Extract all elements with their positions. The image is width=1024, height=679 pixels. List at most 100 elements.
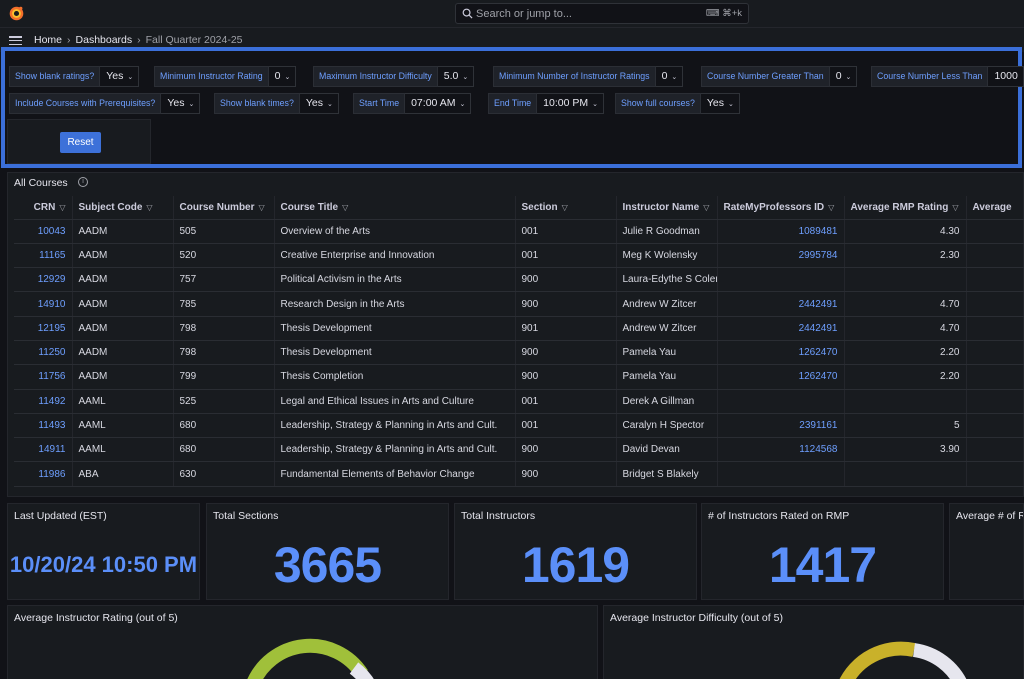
variable-input[interactable]: 1000 <box>988 66 1024 87</box>
table-cell[interactable]: 2442491 <box>717 316 845 341</box>
table-cell: Caralyn H Spector <box>616 413 718 439</box>
column-header[interactable]: RateMyProfessors ID ▽ <box>717 196 845 220</box>
filter-icon[interactable]: ▽ <box>259 203 265 212</box>
table-row: 12195 AADM 798 Thesis Development 901 Andrew … <box>14 316 1024 341</box>
table-cell[interactable]: 2995784 <box>717 243 845 269</box>
breadcrumb-dashboards[interactable]: Dashboards <box>76 34 133 46</box>
filter-icon[interactable]: ▽ <box>342 203 348 212</box>
variable-select[interactable]: 5.0 ⌄ <box>437 66 475 87</box>
table-cell: Thesis Completion <box>274 364 516 390</box>
column-header[interactable]: Section ▽ <box>515 196 617 220</box>
variable-label: Course Number Less Than <box>871 66 989 87</box>
table-cell <box>966 364 1024 390</box>
table-cell: 525 <box>173 389 275 414</box>
variable-show-full-courses[interactable]: Show full courses? Yes ⌄ <box>615 93 740 114</box>
table-cell: AADM <box>72 340 174 366</box>
variable-select[interactable]: 0 ⌄ <box>268 66 297 87</box>
table-cell <box>966 461 1024 487</box>
filter-icon[interactable]: ▽ <box>146 203 152 212</box>
stat-instructors-rated: # of Instructors Rated on RMP 1417 <box>701 503 944 600</box>
variable-select[interactable]: 10:00 PM ⌄ <box>537 93 604 114</box>
variable-select[interactable]: 07:00 AM ⌄ <box>405 93 472 114</box>
variable-min-rating[interactable]: Minimum Instructor Rating 0 ⌄ <box>154 66 297 87</box>
table-cell: Leadership, Strategy & Planning in Arts … <box>274 437 516 463</box>
search-placeholder: Search or jump to... <box>476 8 572 20</box>
table-cell[interactable]: 14911 <box>14 437 73 463</box>
gauge-avg-rating: Average Instructor Rating (out of 5) <box>7 605 598 679</box>
variable-select[interactable]: Yes ⌄ <box>700 93 740 114</box>
table-cell <box>966 340 1024 366</box>
variable-min-num-ratings[interactable]: Minimum Number of Instructor Ratings 0 ⌄ <box>493 66 684 87</box>
table-cell <box>844 461 967 487</box>
table-cell[interactable] <box>717 389 845 414</box>
table-cell[interactable]: 11986 <box>14 461 73 487</box>
column-header[interactable]: Course Title ▽ <box>274 196 516 220</box>
variable-select[interactable]: Yes ⌄ <box>100 66 140 87</box>
panel-title: All Courses <box>14 177 68 189</box>
stat-title: Total Sections <box>213 510 279 522</box>
variable-end-time[interactable]: End Time 10:00 PM ⌄ <box>488 93 604 114</box>
variable-start-time[interactable]: Start Time 07:00 AM ⌄ <box>353 93 472 114</box>
table-cell: 900 <box>515 461 617 487</box>
search-icon <box>462 8 473 19</box>
variable-course-num-gt[interactable]: Course Number Greater Than 0 ⌄ <box>701 66 858 87</box>
filter-icon[interactable]: ▽ <box>59 203 65 212</box>
column-header[interactable]: CRN ▽ <box>14 196 73 220</box>
table-cell[interactable]: 11492 <box>14 389 73 414</box>
variable-select[interactable]: 0 ⌄ <box>829 66 858 87</box>
menu-icon[interactable] <box>9 36 22 46</box>
filter-icon[interactable]: ▽ <box>952 203 958 212</box>
table-cell[interactable]: 1089481 <box>717 219 845 244</box>
variable-include-prereqs[interactable]: Include Courses with Prerequisites? Yes ⌄ <box>9 93 201 114</box>
variable-max-difficulty[interactable]: Maximum Instructor Difficulty 5.0 ⌄ <box>313 66 475 87</box>
variable-select[interactable]: Yes ⌄ <box>299 93 339 114</box>
variable-select[interactable]: Yes ⌄ <box>161 93 201 114</box>
table-cell[interactable] <box>717 461 845 487</box>
table-cell[interactable]: 12195 <box>14 316 73 341</box>
all-courses-panel: All Courses i CRN ▽ Subject Code ▽ Course Nu… <box>7 172 1024 497</box>
table-row: 11986 ABA 630 Fundamental Elements of Behav… <box>14 461 1024 487</box>
filter-icon[interactable]: ▽ <box>703 203 709 212</box>
table-cell: Overview of the Arts <box>274 219 516 244</box>
table-cell[interactable]: 14910 <box>14 291 73 317</box>
filter-icon[interactable]: ▽ <box>828 203 834 212</box>
table-cell: 001 <box>515 413 617 439</box>
variable-select[interactable]: 0 ⌄ <box>655 66 684 87</box>
table-cell: Derek A Gillman <box>616 389 718 414</box>
table-cell[interactable]: 12929 <box>14 267 73 293</box>
top-bar: Search or jump to... ⌨ ⌘+k <box>0 0 1024 28</box>
variable-course-num-lt[interactable]: Course Number Less Than 1000 <box>871 66 1024 87</box>
reset-button[interactable]: Reset <box>60 132 101 153</box>
stat-title: Average # of R <box>956 510 1024 522</box>
filter-icon[interactable]: ▽ <box>562 203 568 212</box>
column-header[interactable]: Course Number ▽ <box>173 196 275 220</box>
table-cell: Julie R Goodman <box>616 219 718 244</box>
variable-show-blank-ratings[interactable]: Show blank ratings? Yes ⌄ <box>9 66 140 87</box>
courses-table: CRN ▽ Subject Code ▽ Course Number ▽ Course Ti… <box>14 196 1024 487</box>
table-cell[interactable]: 1262470 <box>717 364 845 390</box>
stat-value: 1417 <box>768 537 877 593</box>
table-cell[interactable]: 11756 <box>14 364 73 390</box>
breadcrumb-home[interactable]: Home <box>34 34 62 46</box>
info-icon[interactable]: i <box>78 177 88 187</box>
search-input[interactable]: Search or jump to... ⌨ ⌘+k <box>455 3 749 24</box>
column-header[interactable]: Subject Code ▽ <box>72 196 174 220</box>
column-header[interactable]: Average <box>966 196 1024 220</box>
table-cell[interactable]: 2391161 <box>717 413 845 439</box>
table-cell[interactable]: 11250 <box>14 340 73 366</box>
table-cell[interactable]: 10043 <box>14 219 73 244</box>
table-cell[interactable]: 11493 <box>14 413 73 439</box>
table-cell[interactable]: 11165 <box>14 243 73 269</box>
table-cell[interactable]: 1124568 <box>717 437 845 463</box>
column-header[interactable]: Average RMP Rating ▽ <box>844 196 967 220</box>
table-cell <box>966 267 1024 293</box>
grafana-logo-icon[interactable] <box>8 5 25 22</box>
table-cell[interactable]: 1262470 <box>717 340 845 366</box>
table-cell[interactable]: 2442491 <box>717 291 845 317</box>
table-cell[interactable] <box>717 267 845 293</box>
chevron-down-icon: ⌄ <box>845 74 852 81</box>
variable-show-blank-times[interactable]: Show blank times? Yes ⌄ <box>214 93 339 114</box>
table-cell: AADM <box>72 291 174 317</box>
table-cell: 900 <box>515 364 617 390</box>
column-header[interactable]: Instructor Name ▽ <box>616 196 718 220</box>
